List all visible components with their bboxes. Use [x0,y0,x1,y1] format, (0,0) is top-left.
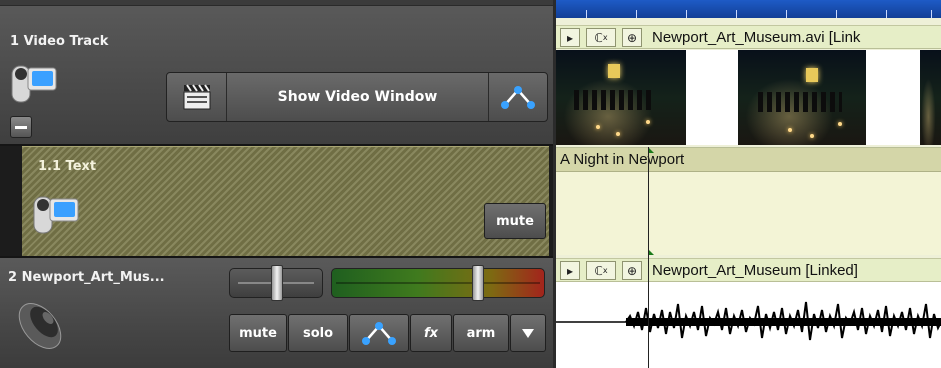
ruler-tick [736,10,737,18]
text-clip[interactable]: A Night in Newport [556,147,941,255]
track-headers: 1 Video Track Show Video Window 1.1 Text… [0,0,553,368]
audio-waveform[interactable] [556,282,941,368]
envelope-icon [501,86,535,109]
ruler-tick [836,10,837,18]
crop-clip-icon[interactable]: ⊕ [622,261,642,280]
video-clip-name: Newport_Art_Museum.avi [Link [652,29,861,46]
crop-clip-icon[interactable]: ⊕ [622,28,642,47]
audio-arm-button[interactable]: arm [453,314,509,352]
track-name: 1.1 Text [38,159,97,174]
video-frame [920,50,941,145]
ruler-tick [886,10,887,18]
ruler-tick [931,10,932,18]
clapperboard-button[interactable] [167,73,227,121]
clapperboard-icon [183,84,210,110]
video-envelope-button[interactable] [489,73,547,121]
text-clip-header[interactable]: A Night in Newport [556,148,941,172]
video-track-header[interactable]: 1 Video Track Show Video Window [0,0,553,146]
text-track-header[interactable]: 1.1 Text mute [0,146,553,256]
text-track-panel: 1.1 Text mute [22,146,549,256]
volume-slider[interactable] [331,265,545,301]
ruler-tick [686,10,687,18]
audio-menu-button[interactable] [510,314,546,352]
video-clip-header[interactable]: ▸ ℂx ⊕ Newport_Art_Museum.avi [Link [556,25,941,49]
video-frame [556,50,686,145]
volume-thumb[interactable] [472,265,484,301]
audio-mute-button[interactable]: mute [229,314,287,352]
text-mute-button[interactable]: mute [484,203,546,239]
show-video-window-button[interactable]: Show Video Window [227,73,489,121]
volume-center-line [336,282,540,284]
fx-clip-icon[interactable]: ℂx [586,28,616,47]
pan-thumb[interactable] [271,265,283,301]
camera-icon [10,62,60,110]
time-ruler[interactable] [556,0,941,18]
ruler-tick [786,10,787,18]
show-video-window-label: Show Video Window [277,89,438,105]
audio-envelope-button[interactable] [349,314,409,352]
audio-solo-button[interactable]: solo [288,314,348,352]
dropdown-arrow-icon [522,329,534,338]
speaker-icon [10,296,66,352]
text-clip-name: A Night in Newport [560,151,685,168]
envelope-icon [362,322,396,345]
track-name: 2 Newport_Art_Mus... [8,270,165,285]
timeline[interactable]: ▸ ℂx ⊕ Newport_Art_Museum.avi [Link A Ni… [556,0,941,368]
video-thumbnails[interactable] [556,50,941,145]
pan-slider[interactable] [229,265,323,301]
play-icon[interactable]: ▸ [560,261,580,280]
waveform [556,301,941,341]
track-name: 1 Video Track [10,34,109,49]
audio-clip-header[interactable]: ▸ ℂx ⊕ Newport_Art_Museum [Linked] [556,258,941,282]
blank-frame [686,50,738,145]
minus-icon[interactable] [10,116,32,138]
playhead[interactable] [648,147,649,368]
play-icon[interactable]: ▸ [560,28,580,47]
ruler-tick [636,10,637,18]
ruler-tick [586,10,587,18]
header-top-strip [0,0,553,6]
video-frame [738,50,866,145]
blank-frame [866,50,920,145]
video-window-bar: Show Video Window [166,72,548,122]
camera-icon [32,193,82,241]
fx-clip-icon[interactable]: ℂx [586,261,616,280]
audio-clip-name: Newport_Art_Museum [Linked] [652,262,858,279]
audio-fx-button[interactable]: fx [410,314,452,352]
